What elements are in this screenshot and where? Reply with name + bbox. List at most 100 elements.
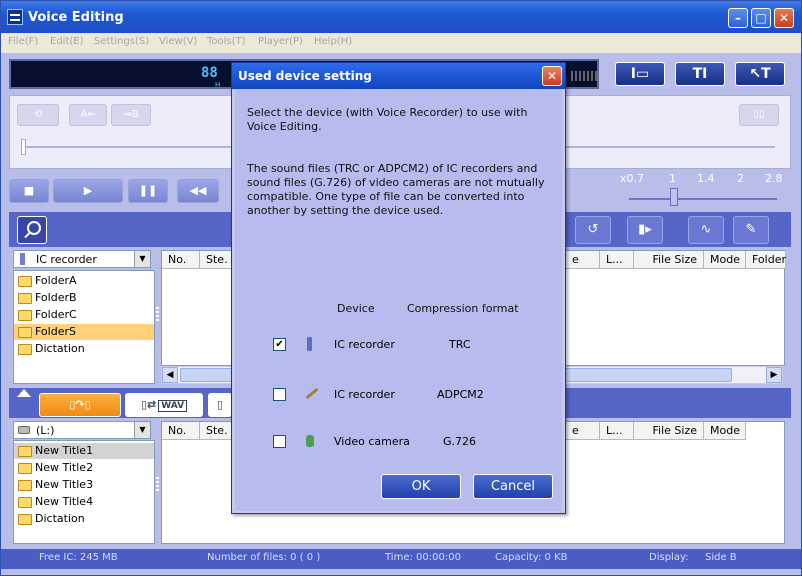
- dialog-close-button[interactable]: ✕: [542, 66, 562, 86]
- speed-label-4: 2.8: [765, 172, 783, 185]
- chevron-down-icon[interactable]: ▼: [134, 251, 150, 267]
- tree-item-selected[interactable]: FolderS: [14, 324, 154, 340]
- speed-slider[interactable]: [629, 198, 777, 200]
- device-checkbox-video-g726[interactable]: [273, 435, 286, 448]
- speed-label-0: x0.7: [620, 172, 645, 185]
- position-slider-thumb[interactable]: [21, 139, 26, 155]
- status-time: Time: 00:00:00: [385, 552, 461, 563]
- scroll-right-icon[interactable]: ▶: [766, 367, 782, 383]
- pane-splitter[interactable]: [156, 477, 159, 491]
- merge-icon[interactable]: ▮▸: [627, 216, 663, 244]
- status-display-value: Side B: [705, 552, 737, 563]
- waveform-icon[interactable]: ∿: [688, 216, 724, 244]
- status-free: Free IC: 245 MB: [39, 552, 118, 563]
- folder-icon: [18, 293, 32, 304]
- tree-item[interactable]: Dictation: [18, 341, 164, 357]
- device-row-ic-trc[interactable]: ✔ IC recorder TRC: [235, 335, 562, 355]
- folder-icon: [18, 310, 32, 321]
- scroll-left-icon[interactable]: ◀: [162, 367, 178, 383]
- speed-label-2: 1.4: [697, 172, 715, 185]
- ok-button[interactable]: OK: [381, 474, 461, 499]
- device-combo[interactable]: IC recorder ▼: [13, 250, 151, 268]
- magic-icon[interactable]: ✎: [733, 216, 769, 244]
- menu-help[interactable]: Help(H): [314, 36, 352, 47]
- cancel-button[interactable]: Cancel: [473, 474, 553, 499]
- col-mode[interactable]: Mode: [704, 422, 746, 440]
- folder-icon: [18, 344, 32, 355]
- record-mic-button[interactable]: Ⅰ▭: [615, 62, 665, 86]
- pane-splitter[interactable]: [156, 307, 159, 321]
- col-file-size[interactable]: File Size: [634, 422, 704, 440]
- speed-label-1: 1: [669, 172, 676, 185]
- tree-item[interactable]: New Title2: [18, 460, 164, 476]
- lcd-sub: H: [215, 81, 221, 89]
- undo-icon[interactable]: ↺: [575, 216, 611, 244]
- device-checkbox-ic-adpcm2[interactable]: [273, 388, 286, 401]
- tree-item[interactable]: New Title4: [18, 494, 164, 510]
- column-format: Compression format: [407, 302, 519, 315]
- device-row-video-g726[interactable]: Video camera G.726: [235, 432, 562, 452]
- folder-icon: [18, 276, 32, 287]
- col-length[interactable]: L...: [600, 251, 634, 269]
- col-no[interactable]: No.: [162, 422, 200, 440]
- tree-item[interactable]: New Title3: [18, 477, 164, 493]
- to-b-button[interactable]: ⇒B: [111, 104, 151, 126]
- col-folder[interactable]: Folder: [746, 251, 786, 269]
- col-file-size[interactable]: File Size: [634, 251, 704, 269]
- text-cursor-button[interactable]: ↖T: [735, 62, 785, 86]
- menu-tools[interactable]: Tools(T): [207, 36, 246, 47]
- used-device-dialog: Used device setting ✕ Select the device …: [231, 62, 566, 514]
- tree-item[interactable]: Dictation: [18, 511, 164, 527]
- rewind-button[interactable]: ◀◀: [177, 179, 219, 203]
- col-e[interactable]: e: [566, 251, 600, 269]
- status-files: Number of files: 0 ( 0 ): [207, 552, 321, 563]
- status-capacity: Capacity: 0 KB: [495, 552, 568, 563]
- folder-open-icon: [18, 327, 32, 338]
- minimize-button[interactable]: –: [728, 8, 748, 28]
- menu-player[interactable]: Player(P): [258, 36, 303, 47]
- lcd-dots: [571, 71, 599, 81]
- speed-label-3: 2: [737, 172, 744, 185]
- drive-combo[interactable]: (L:) ▼: [13, 421, 151, 439]
- search-icon[interactable]: [17, 216, 47, 244]
- status-bar: Free IC: 245 MB Number of files: 0 ( 0 )…: [1, 549, 801, 569]
- device-row-ic-adpcm2[interactable]: IC recorder ADPCM2: [235, 385, 562, 405]
- dialog-body: Select the device (with Voice Recorder) …: [235, 89, 562, 511]
- collapse-up-icon[interactable]: [17, 389, 31, 397]
- tree-item[interactable]: FolderA: [18, 273, 164, 289]
- folder-icon: [18, 497, 32, 508]
- text-mic-button[interactable]: TⅠ: [675, 62, 725, 86]
- pen-recorder-icon: [303, 386, 319, 402]
- extra-tab[interactable]: ▯: [208, 393, 232, 417]
- menu-bar: File(F) Edit(E) Settings(S) View(V) Tool…: [1, 33, 801, 53]
- col-mode[interactable]: Mode: [704, 251, 746, 269]
- col-no[interactable]: No.: [162, 251, 200, 269]
- status-display: Display:: [649, 552, 689, 563]
- menu-settings[interactable]: Settings(S): [94, 36, 149, 47]
- transfer-tab[interactable]: ▯↷▯: [39, 393, 121, 417]
- menu-edit[interactable]: Edit(E): [50, 36, 84, 47]
- col-length[interactable]: L...: [600, 422, 634, 440]
- dialog-intro: Select the device (with Voice Recorder) …: [247, 106, 528, 133]
- wav-convert-tab[interactable]: ▯⇄ WAV: [125, 393, 203, 417]
- menu-view[interactable]: View(V): [159, 36, 197, 47]
- loop-button[interactable]: ⟲: [17, 104, 59, 126]
- chevron-down-icon[interactable]: ▼: [134, 422, 150, 438]
- speed-slider-thumb[interactable]: [670, 188, 678, 206]
- folder-icon: [18, 480, 32, 491]
- menu-file[interactable]: File(F): [8, 36, 38, 47]
- tree-item-selected[interactable]: New Title1: [14, 443, 154, 459]
- pause-button[interactable]: ❚❚: [128, 179, 168, 203]
- play-button[interactable]: ▶: [53, 179, 123, 203]
- close-button[interactable]: ✕: [774, 8, 794, 28]
- maximize-button[interactable]: □: [751, 8, 771, 28]
- stop-button[interactable]: ■: [9, 179, 49, 203]
- lcd-digits: 88: [201, 65, 218, 81]
- split-button[interactable]: ▯▯: [739, 104, 779, 126]
- folder-icon: [18, 446, 32, 457]
- tree-item[interactable]: FolderB: [18, 290, 164, 306]
- col-e[interactable]: e: [566, 422, 600, 440]
- a-b-button[interactable]: A⇐: [69, 104, 107, 126]
- tree-item[interactable]: FolderC: [18, 307, 164, 323]
- device-checkbox-ic-trc[interactable]: ✔: [273, 338, 286, 351]
